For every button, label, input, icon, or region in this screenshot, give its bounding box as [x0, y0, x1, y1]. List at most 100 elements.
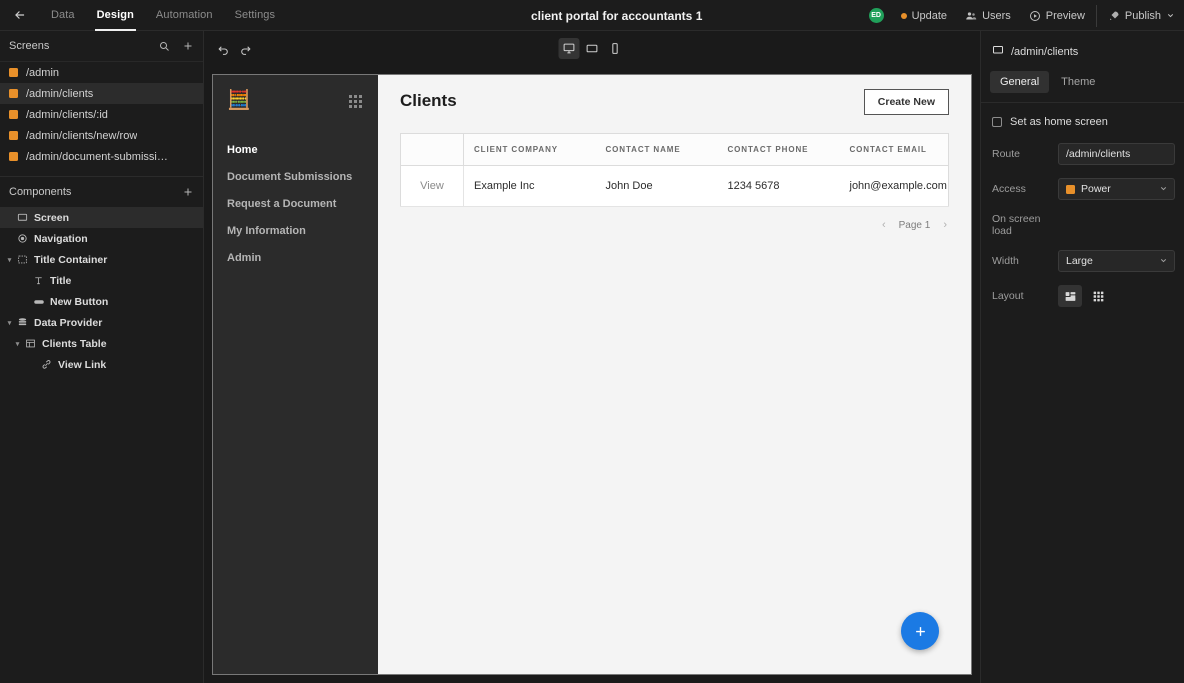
- preview-nav-home[interactable]: Home: [227, 136, 364, 163]
- tab-design[interactable]: Design: [86, 0, 145, 31]
- preview-nav-list: Home Document Submissions Request a Docu…: [227, 136, 364, 271]
- tab-theme[interactable]: Theme: [1051, 71, 1105, 93]
- update-status-dot: [900, 12, 907, 19]
- main-tabs: Data Design Automation Settings: [40, 0, 286, 31]
- column-header-client-company: CLIENT COMPANY: [463, 133, 596, 166]
- view-link[interactable]: View: [400, 165, 464, 207]
- column-header-contact-email: CONTACT EMAIL: [839, 133, 949, 166]
- component-title[interactable]: Title: [0, 270, 203, 291]
- screen-item-admin-document-submissions[interactable]: /admin/document-submissi…: [0, 146, 203, 167]
- screen-preview-canvas[interactable]: 🧮 Home Document Submissions Request a Do…: [212, 74, 972, 675]
- screen-item-admin-clients[interactable]: /admin/clients: [0, 83, 203, 104]
- component-label: Navigation: [34, 232, 88, 245]
- component-new-button[interactable]: New Button: [0, 291, 203, 312]
- next-page-button[interactable]: ›: [943, 219, 947, 231]
- button-icon: [31, 296, 46, 308]
- tab-general[interactable]: General: [990, 71, 1050, 93]
- component-label: Screen: [34, 211, 70, 224]
- route-input[interactable]: /admin/clients: [1058, 143, 1175, 165]
- preview-sidebar[interactable]: 🧮 Home Document Submissions Request a Do…: [213, 75, 378, 674]
- app-title: client portal for accountants 1: [531, 8, 703, 23]
- chevron-down-icon: [1159, 256, 1168, 267]
- width-label: Width: [992, 255, 1019, 267]
- components-header: Components: [0, 177, 203, 207]
- screen-label: /admin/clients/:id: [26, 108, 108, 121]
- publish-button[interactable]: Publish: [1099, 0, 1184, 31]
- database-icon: [15, 317, 30, 328]
- users-button[interactable]: Users: [956, 0, 1020, 31]
- back-button[interactable]: [0, 0, 40, 31]
- add-component-fab[interactable]: [901, 612, 939, 650]
- page-indicator: Page 1: [898, 219, 931, 231]
- layout-sidebar-button[interactable]: [1058, 285, 1082, 307]
- expand-caret-icon[interactable]: ▾: [4, 256, 15, 264]
- component-title-container[interactable]: ▾ Title Container: [0, 249, 203, 270]
- search-icon[interactable]: [158, 40, 170, 52]
- component-tree: Screen Navigation ▾ Title Container Titl…: [0, 207, 203, 375]
- preview-nav-request-a-document[interactable]: Request a Document: [227, 190, 364, 217]
- expand-caret-icon[interactable]: ▾: [12, 340, 23, 348]
- screen-item-admin-clients-new-row[interactable]: /admin/clients/new/row: [0, 125, 203, 146]
- component-view-link[interactable]: View Link: [0, 354, 203, 375]
- component-data-provider[interactable]: ▾ Data Provider: [0, 312, 203, 333]
- container-icon: [15, 254, 30, 265]
- layout-grid-button[interactable]: [1086, 285, 1110, 307]
- preview-nav-my-information[interactable]: My Information: [227, 217, 364, 244]
- device-tablet-button[interactable]: [582, 38, 603, 59]
- avatar[interactable]: ED: [868, 8, 884, 23]
- top-nav-actions: ED Update Users Preview Publish: [863, 0, 1184, 31]
- update-label: Update: [911, 9, 948, 22]
- device-desktop-button[interactable]: [558, 38, 580, 59]
- screen-label: /admin: [26, 66, 60, 79]
- screen-color-swatch: [9, 89, 18, 98]
- preview-button[interactable]: Preview: [1020, 0, 1094, 31]
- access-label: Access: [992, 183, 1026, 195]
- canvas-toolbar: [204, 31, 980, 67]
- tab-data[interactable]: Data: [40, 0, 86, 31]
- cell-client-company: Example Inc: [463, 165, 596, 207]
- screen-color-swatch: [9, 152, 18, 161]
- component-screen[interactable]: Screen: [0, 207, 203, 228]
- table-header: CLIENT COMPANY CONTACT NAME CONTACT PHON…: [400, 133, 949, 166]
- component-label: Data Provider: [34, 316, 103, 329]
- route-label: Route: [992, 148, 1021, 160]
- width-select[interactable]: Large: [1058, 250, 1175, 272]
- pagination: ‹ Page 1 ›: [400, 219, 949, 231]
- tab-settings[interactable]: Settings: [224, 0, 287, 31]
- preview-nav-admin[interactable]: Admin: [227, 244, 364, 271]
- device-toggle-group: [558, 38, 626, 59]
- component-clients-table[interactable]: ▾ Clients Table: [0, 333, 203, 354]
- grid-dots-icon[interactable]: [349, 95, 362, 108]
- selected-screen-header: /admin/clients: [981, 38, 1184, 65]
- table-header-row: CLIENT COMPANY CONTACT NAME CONTACT PHON…: [400, 133, 949, 166]
- screen-label: /admin/clients/new/row: [26, 129, 138, 142]
- screen-color-swatch: [9, 110, 18, 119]
- add-screen-icon[interactable]: [182, 40, 194, 52]
- route-field: Route /admin/clients: [981, 139, 1184, 169]
- access-select[interactable]: Power: [1058, 178, 1175, 200]
- undo-button[interactable]: [212, 38, 234, 60]
- preview-nav-document-submissions[interactable]: Document Submissions: [227, 163, 364, 190]
- redo-button[interactable]: [234, 38, 256, 60]
- layout-field: Layout: [981, 281, 1184, 311]
- tab-automation[interactable]: Automation: [145, 0, 224, 31]
- set-as-home-screen-checkbox[interactable]: Set as home screen: [981, 103, 1184, 139]
- update-button[interactable]: Update: [892, 0, 956, 31]
- screen-item-admin-clients-id[interactable]: /admin/clients/:id: [0, 104, 203, 125]
- on-screen-load-field: On screen load No actions set: [981, 209, 1184, 241]
- table-row[interactable]: View Example Inc John Doe 1234 5678 john…: [400, 165, 949, 207]
- expand-caret-icon[interactable]: ▾: [4, 319, 15, 327]
- column-header-view: [400, 133, 464, 166]
- screens-title: Screens: [9, 40, 50, 52]
- checkbox-box: [992, 117, 1002, 127]
- publish-label: Publish: [1124, 9, 1161, 22]
- screen-item-admin[interactable]: /admin: [0, 62, 203, 83]
- width-value: Large: [1066, 255, 1093, 267]
- create-new-button[interactable]: Create New: [863, 89, 949, 115]
- prev-page-button[interactable]: ‹: [882, 219, 886, 231]
- device-mobile-button[interactable]: [605, 38, 626, 59]
- add-component-icon[interactable]: [182, 186, 194, 198]
- calculator-icon: 🧮: [227, 90, 251, 111]
- screens-list: /admin /admin/clients /admin/clients/:id…: [0, 61, 203, 167]
- component-navigation[interactable]: Navigation: [0, 228, 203, 249]
